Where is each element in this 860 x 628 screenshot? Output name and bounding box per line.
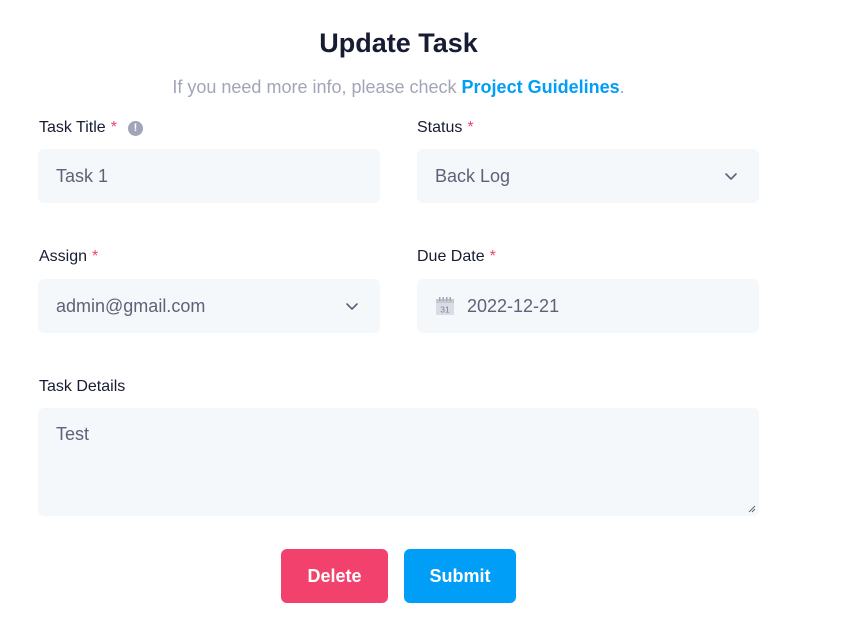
- required-mark: *: [467, 119, 474, 136]
- assign-label-text: Assign: [39, 248, 88, 265]
- status-label: Status *: [417, 119, 474, 137]
- page-title: Update Task: [319, 28, 478, 58]
- due-date-value: 2022-12-21: [467, 295, 560, 316]
- due-date-label-text: Due Date: [417, 248, 485, 265]
- status-label-text: Status: [417, 119, 463, 136]
- subtitle-suffix: .: [619, 77, 625, 97]
- task-title-label: Task Title * !: [39, 119, 143, 137]
- task-details-textarea[interactable]: Test: [38, 408, 759, 516]
- subtitle-text: If you need more info, please check: [172, 77, 462, 97]
- task-title-label-text: Task Title: [39, 119, 106, 136]
- assign-label: Assign *: [39, 248, 98, 266]
- required-mark: *: [110, 119, 117, 136]
- resize-handle-icon[interactable]: [746, 503, 756, 513]
- assign-select[interactable]: admin@gmail.com: [38, 279, 380, 333]
- required-mark: *: [489, 248, 496, 265]
- status-select[interactable]: Back Log: [417, 149, 759, 203]
- task-details-value: Test: [56, 424, 90, 444]
- task-details-label: Task Details: [39, 378, 125, 396]
- task-title-input[interactable]: Task 1: [38, 149, 380, 203]
- info-icon[interactable]: !: [127, 120, 143, 136]
- due-date-input[interactable]: 31 2022-12-21: [417, 279, 759, 333]
- delete-button[interactable]: Delete: [281, 549, 388, 603]
- task-details-label-text: Task Details: [39, 378, 126, 395]
- task-title-value: Task 1: [56, 165, 109, 186]
- page-subtitle: If you need more info, please check Proj…: [0, 77, 797, 98]
- assign-value: admin@gmail.com: [56, 295, 206, 316]
- submit-button[interactable]: Submit: [404, 549, 516, 603]
- chevron-down-icon: [725, 173, 737, 180]
- chevron-down-icon: [346, 303, 358, 310]
- required-mark: *: [92, 248, 99, 265]
- project-guidelines-link[interactable]: Project Guidelines: [462, 77, 620, 97]
- status-value: Back Log: [435, 165, 511, 186]
- svg-text:31: 31: [440, 305, 450, 315]
- due-date-label: Due Date *: [417, 248, 496, 266]
- calendar-icon[interactable]: 31: [435, 296, 455, 316]
